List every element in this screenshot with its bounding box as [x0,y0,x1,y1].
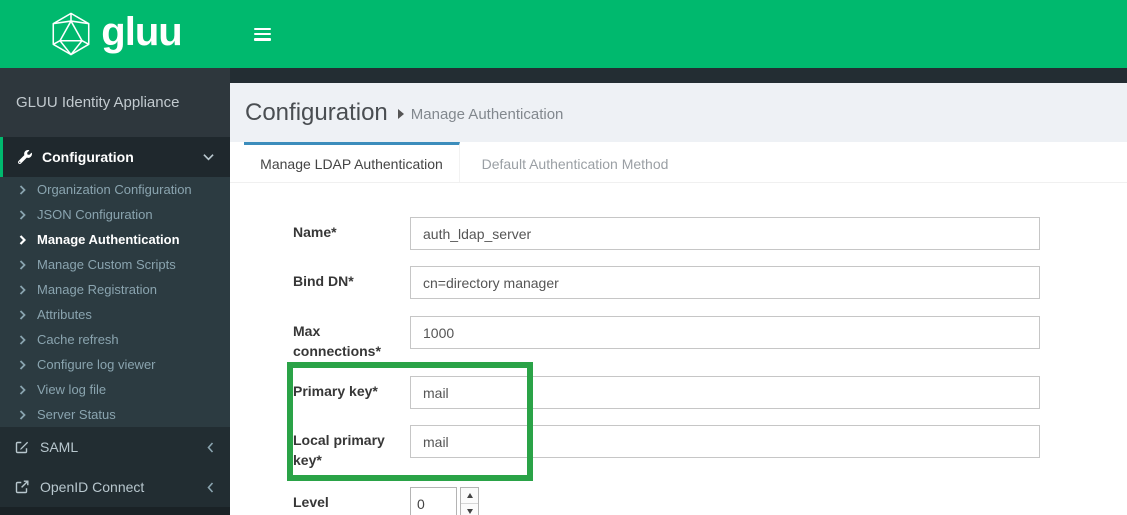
field-input-local-primary-key[interactable] [410,425,1040,458]
sidebar-item-label: Organization Configuration [37,182,192,197]
main-content: Configuration Manage Authentication Mana… [230,68,1127,515]
sidebar-item-label: Server Status [37,407,116,422]
logo-link[interactable]: gluu [0,0,230,68]
sidebar-item-label: Cache refresh [37,332,119,347]
sidebar-section-label: Configuration [42,149,134,165]
sidebar-item-cache-refresh[interactable]: Cache refresh [0,327,230,352]
field-label-bind-dn: Bind DN* [293,273,354,289]
logo-text: gluu [101,10,182,54]
breadcrumb-arrow-icon [397,109,404,119]
navbar-lower-strip [230,68,1127,83]
sidebar-item-attributes[interactable]: Attributes [0,302,230,327]
sidebar-menu: Configuration Organization Configuration… [0,137,230,507]
sidebar-title: GLUU Identity Appliance [0,68,230,137]
sidebar-item-label: View log file [37,382,107,397]
spinner-up-button[interactable] [461,488,478,504]
field-input-max-connections[interactable] [410,316,1040,349]
sidebar-item-view-log-file[interactable]: View log file [0,377,230,402]
sidebar-section-label: OpenID Connect [40,479,145,495]
chevron-right-icon [19,259,26,270]
top-navbar: gluu [0,0,1127,68]
breadcrumb-current: Manage Authentication [410,105,564,123]
tab-manage-ldap-authentication[interactable]: Manage LDAP Authentication [244,142,460,182]
field-label-primary-key: Primary key* [293,383,378,399]
sidebar-item-label: JSON Configuration [37,207,153,222]
ldap-authentication-form: Name* Bind DN* Max connections* Primary key… [230,183,1127,515]
chevron-left-icon [207,481,214,493]
sidebar-item-openid-connect[interactable]: OpenID Connect [0,467,230,507]
field-label-level: Level [293,494,329,510]
field-label-local-primary-key: Local primary key* [293,432,385,468]
sidebar-item-manage-registration[interactable]: Manage Registration [0,277,230,302]
chevron-right-icon [19,359,26,370]
submenu: Organization Configuration JSON Configura… [0,177,230,427]
chevron-right-icon [19,184,26,195]
field-label-name: Name* [293,224,337,240]
chevron-left-icon [207,441,214,453]
spinner-up-icon [466,493,473,498]
chevron-down-icon [203,153,214,161]
chevron-right-icon [19,409,26,420]
spinner-down-button[interactable] [461,504,478,515]
sidebar-item-manage-custom-scripts[interactable]: Manage Custom Scripts [0,252,230,277]
number-spinner [460,487,479,515]
sidebar-item-server-status[interactable]: Server Status [0,402,230,427]
sidebar-item-label: Configure log viewer [37,357,156,372]
sidebar-item-label: Manage Authentication [37,232,180,247]
gluu-icosahedron-icon [52,12,90,56]
tab-bar: Manage LDAP Authentication Default Authe… [230,142,1127,183]
content-header: Configuration Manage Authentication [230,83,1127,142]
sidebar-item-label: Manage Custom Scripts [37,257,176,272]
wrench-icon [18,150,32,164]
spinner-down-icon [466,509,473,514]
sidebar-item-label: Manage Registration [37,282,157,297]
chevron-right-icon [19,334,26,345]
hamburger-icon [254,27,271,31]
chevron-right-icon [19,234,26,245]
sidebar-item-organization-configuration[interactable]: Organization Configuration [0,177,230,202]
edit-icon [15,440,29,454]
sidebar-item-label: Attributes [37,307,92,322]
field-input-level[interactable] [410,487,457,515]
field-input-name[interactable] [410,217,1040,250]
field-input-bind-dn[interactable] [410,266,1040,299]
sidebar-item-configuration[interactable]: Configuration [0,137,230,177]
chevron-right-icon [19,209,26,220]
chevron-right-icon [19,309,26,320]
sidebar-section-label: SAML [40,439,79,455]
sidebar-footer-strip [0,507,230,515]
app-window: gluu GLUU Identity Appliance Configurati… [0,0,1127,515]
sidebar: GLUU Identity Appliance Configuration Or… [0,68,230,515]
tab-label: Manage LDAP Authentication [260,155,443,172]
field-label-max-connections: Max connections* [293,323,381,359]
external-link-icon [15,480,29,494]
field-input-primary-key[interactable] [410,376,1040,409]
sidebar-toggle-button[interactable] [254,27,271,41]
page-title: Configuration [245,98,388,126]
chevron-right-icon [19,384,26,395]
sidebar-item-configure-log-viewer[interactable]: Configure log viewer [0,352,230,377]
chevron-right-icon [19,284,26,295]
tab-label: Default Authentication Method [481,155,669,172]
sidebar-item-manage-authentication[interactable]: Manage Authentication [0,227,230,252]
sidebar-item-json-configuration[interactable]: JSON Configuration [0,202,230,227]
sidebar-item-saml[interactable]: SAML [0,427,230,467]
tab-default-authentication-method[interactable]: Default Authentication Method [460,142,690,182]
